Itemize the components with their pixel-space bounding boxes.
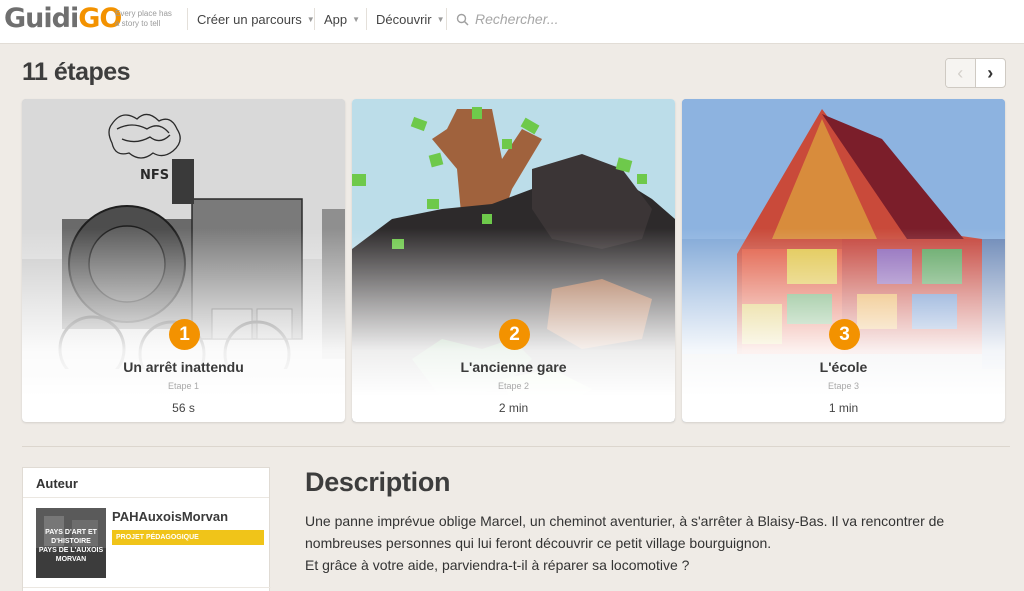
top-navigation-bar: GuidiGO Every place has a story to tell …	[0, 0, 1024, 44]
tagline: Every place has a story to tell	[115, 9, 172, 28]
author-panel-divider	[23, 587, 271, 588]
author-avatar[interactable]: PAYS D'ART ET D'HISTOIRE PAYS DE L'AUXOI…	[36, 508, 106, 578]
step-label: Etape 3	[827, 381, 860, 391]
nav-create-route[interactable]: Créer un parcours ▼	[197, 0, 315, 38]
author-badge: PROJET PÉDAGOGIQUE	[112, 530, 264, 545]
nav-divider	[314, 8, 315, 30]
step-card-1[interactable]: NFS 1 Un arrêt inattendu Etape 1 56 s	[22, 99, 345, 422]
nav-divider	[187, 8, 188, 30]
step-title: L'ancienne gare	[460, 359, 567, 375]
carousel-next-button[interactable]: ›	[976, 59, 1005, 87]
step-card-2[interactable]: 2 L'ancienne gare Etape 2 2 min	[352, 99, 675, 422]
steps-pager: ‹ ›	[945, 58, 1006, 88]
section-divider	[22, 446, 1010, 447]
description-heading: Description	[305, 467, 451, 497]
nav-divider	[446, 8, 447, 30]
chevron-left-icon: ‹	[957, 62, 964, 83]
step-label: Etape 2	[497, 381, 530, 391]
guidigo-logo[interactable]: GuidiGO	[4, 3, 122, 35]
search-input[interactable]	[475, 11, 645, 27]
step-card-3[interactable]: 3 L'école Etape 3 1 min	[682, 99, 1005, 422]
step-title: Un arrêt inattendu	[123, 359, 244, 375]
chevron-right-icon: ›	[987, 62, 994, 83]
author-heading: Auteur	[23, 468, 269, 498]
step-duration: 1 min	[828, 401, 859, 415]
step-duration: 56 s	[172, 401, 195, 415]
step-duration: 2 min	[498, 401, 529, 415]
nav-divider	[366, 8, 367, 30]
step-number-badge: 2	[499, 319, 530, 350]
chevron-down-icon: ▼	[436, 15, 445, 24]
search-box[interactable]	[456, 9, 656, 29]
step-label: Etape 1	[167, 381, 200, 391]
nav-app[interactable]: App ▼	[324, 0, 360, 38]
step-number-badge: 3	[829, 319, 860, 350]
carousel-prev-button[interactable]: ‹	[946, 59, 976, 87]
author-panel: Auteur PAYS D'ART ET D'HISTOIRE PAYS DE …	[22, 467, 271, 591]
steps-count-title: 11 étapes	[22, 58, 131, 86]
step-title: L'école	[819, 359, 868, 375]
step-number-badge: 1	[169, 319, 200, 350]
author-name-link[interactable]: PAHAuxoisMorvan	[112, 509, 228, 524]
search-icon	[456, 13, 469, 26]
nav-discover[interactable]: Découvrir ▼	[376, 0, 445, 38]
description-text: Une panne imprévue oblige Marcel, un che…	[305, 513, 945, 573]
chevron-down-icon: ▼	[352, 15, 361, 24]
